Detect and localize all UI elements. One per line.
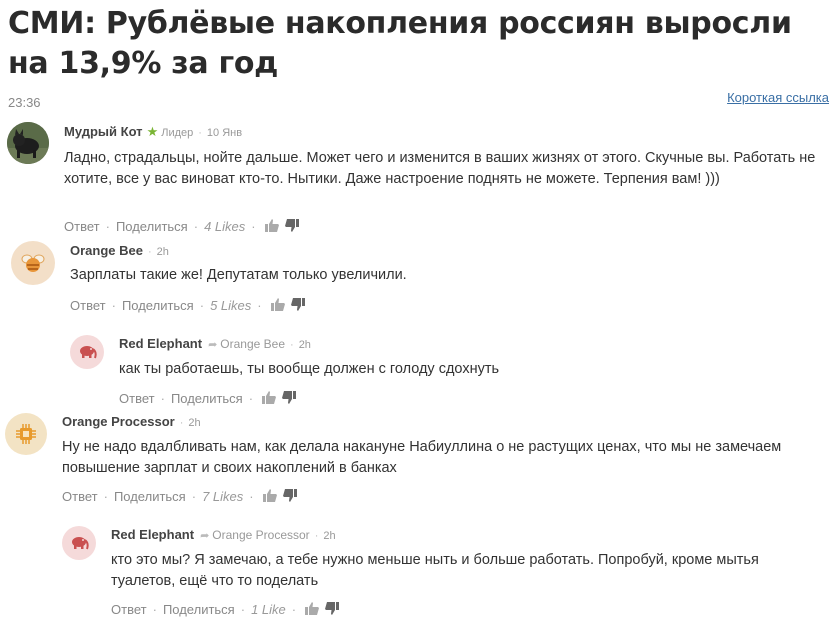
comment-meta: Orange Bee · 2h [70, 243, 169, 260]
comment-text: Ладно, страдальцы, нойте дальше. Может ч… [64, 150, 816, 187]
thumbs-up-icon[interactable] [264, 218, 279, 237]
thumbs-up-icon[interactable] [262, 488, 277, 507]
comment-date: 2h [156, 246, 169, 258]
bee-icon [21, 254, 45, 272]
user-badge: Лидер [161, 127, 194, 139]
reply-button[interactable]: Ответ [62, 489, 98, 504]
processor-icon [16, 424, 36, 444]
avatar[interactable] [11, 241, 55, 285]
star-icon: ★ [146, 124, 159, 139]
thumbs-up-icon[interactable] [305, 601, 320, 620]
reply-button[interactable]: Ответ [119, 391, 155, 406]
separator: · [147, 246, 152, 258]
comment-author[interactable]: Orange Processor [62, 414, 175, 429]
likes-count: 7 Likes [202, 489, 244, 504]
comment-actions: Ответ · Поделиться · [119, 390, 299, 409]
separator: · [179, 417, 184, 429]
separator: · [290, 339, 294, 351]
share-button[interactable]: Поделиться [163, 602, 235, 617]
separator: · [198, 127, 202, 139]
comment-author[interactable]: Red Elephant [111, 527, 194, 542]
short-link[interactable]: Короткая ссылка [727, 90, 829, 105]
reply-to-author[interactable]: Orange Bee [220, 337, 285, 351]
avatar[interactable] [62, 526, 96, 560]
reply-button[interactable]: Ответ [70, 298, 106, 313]
thumbs-down-icon[interactable] [282, 390, 297, 409]
comment-meta: Orange Processor · 2h [62, 414, 201, 431]
comment-actions: Ответ · Поделиться · 1 Like · [111, 601, 342, 620]
comment-meta: Мудрый Кот ★ Лидер · 10 Янв [64, 124, 242, 141]
article-time: 23:36 [8, 95, 41, 110]
comment-meta: Red Elephant ➦ Orange Bee · 2h [119, 336, 311, 353]
comment-author[interactable]: Orange Bee [70, 243, 143, 258]
reply-button[interactable]: Ответ [111, 602, 147, 617]
thumbs-down-icon[interactable] [290, 297, 305, 316]
reply-button[interactable]: Ответ [64, 219, 100, 234]
avatar[interactable] [5, 413, 47, 455]
share-button[interactable]: Поделиться [171, 391, 243, 406]
likes-count: 4 Likes [204, 219, 246, 234]
share-button[interactable]: Поделиться [114, 489, 186, 504]
comment-text: кто это мы? Я замечаю, а тебе нужно мень… [111, 552, 759, 589]
comment-author[interactable]: Мудрый Кот [64, 124, 143, 139]
reply-to-author[interactable]: Orange Processor [212, 528, 309, 542]
share-button[interactable]: Поделиться [122, 298, 194, 313]
comment-actions: Ответ · Поделиться · 7 Likes · [62, 488, 300, 507]
comment-date: 2h [323, 530, 336, 542]
comment-text: как ты работаешь, ты вообще должен с гол… [119, 361, 500, 377]
article-title: СМИ: Рублёвые накопления россиян выросли… [8, 6, 792, 81]
comment-text: Зарплаты такие же! Депутатам только увел… [70, 267, 407, 283]
thumbs-down-icon[interactable] [325, 601, 340, 620]
thumbs-up-icon[interactable] [262, 390, 277, 409]
separator: · [314, 530, 319, 542]
comment-author[interactable]: Red Elephant [119, 336, 202, 351]
elephant-icon [80, 346, 97, 359]
reply-arrow-icon: ➦ [208, 339, 218, 351]
thumbs-down-icon[interactable] [284, 218, 299, 237]
comment-actions: Ответ · Поделиться · 4 Likes · [64, 218, 302, 237]
likes-count: 1 Like [251, 602, 286, 617]
comment-date: 2h [298, 339, 311, 351]
elephant-icon [72, 537, 89, 550]
avatar[interactable] [70, 335, 104, 369]
comment-actions: Ответ · Поделиться · 5 Likes · [70, 297, 308, 316]
comment-text: Ну не надо вдалбливать нам, как делала н… [62, 439, 782, 476]
likes-count: 5 Likes [210, 298, 252, 313]
cat-photo-icon [7, 122, 49, 164]
reply-arrow-icon: ➦ [200, 530, 210, 542]
comment-meta: Red Elephant ➦ Orange Processor · 2h [111, 527, 336, 544]
comment-date: 2h [188, 417, 201, 429]
share-button[interactable]: Поделиться [116, 219, 188, 234]
comment-date: 10 Янв [206, 127, 243, 139]
avatar[interactable] [7, 122, 49, 164]
thumbs-down-icon[interactable] [282, 488, 297, 507]
thumbs-up-icon[interactable] [270, 297, 285, 316]
